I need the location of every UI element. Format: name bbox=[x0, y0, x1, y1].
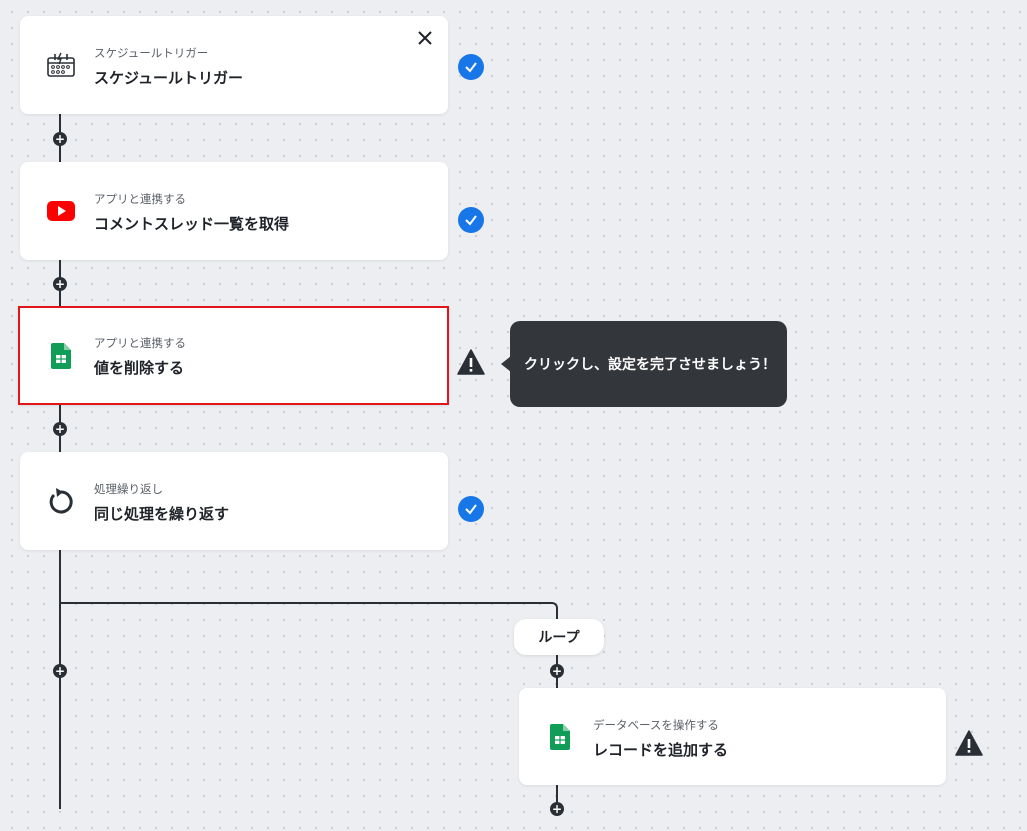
loop-label: ループ bbox=[514, 619, 604, 655]
close-icon[interactable] bbox=[418, 30, 432, 49]
step-card-loop[interactable]: 処理繰り返し 同じ処理を繰り返す bbox=[20, 452, 448, 550]
loop-icon bbox=[46, 486, 76, 516]
add-step-button[interactable]: + bbox=[53, 277, 67, 291]
step-subtitle: アプリと連携する bbox=[94, 336, 186, 350]
add-step-button[interactable]: + bbox=[53, 664, 67, 678]
warning-icon bbox=[457, 349, 485, 375]
step-title: スケジュールトリガー bbox=[94, 69, 243, 87]
step-card-schedule-trigger[interactable]: スケジュールトリガー スケジュールトリガー bbox=[20, 16, 448, 114]
google-sheets-icon bbox=[46, 341, 76, 371]
tooltip-text: クリックし、設定を完了させましょう！ bbox=[524, 357, 776, 373]
step-subtitle: スケジュールトリガー bbox=[94, 46, 209, 60]
warning-icon bbox=[955, 730, 983, 756]
step-subtitle: データベースを操作する bbox=[593, 718, 719, 732]
add-step-button[interactable]: + bbox=[53, 132, 67, 146]
check-icon bbox=[458, 207, 484, 233]
step-title: レコードを追加する bbox=[593, 741, 729, 759]
check-icon bbox=[458, 54, 484, 80]
check-icon bbox=[458, 496, 484, 522]
step-title: 値を削除する bbox=[94, 359, 185, 377]
step-title: 同じ処理を繰り返す bbox=[94, 505, 230, 523]
google-sheets-icon bbox=[545, 722, 575, 752]
step-subtitle: アプリと連携する bbox=[94, 192, 186, 206]
setup-tooltip: クリックし、設定を完了させましょう！ bbox=[501, 321, 787, 407]
loop-label-text: ループ bbox=[538, 630, 580, 646]
youtube-icon bbox=[46, 196, 76, 226]
add-loop-step-button[interactable]: + bbox=[550, 802, 564, 816]
schedule-icon bbox=[46, 50, 76, 80]
step-card-youtube[interactable]: アプリと連携する コメントスレッド一覧を取得 bbox=[20, 162, 448, 260]
step-card-delete-values[interactable]: アプリと連携する 値を削除する bbox=[18, 306, 449, 405]
add-step-button[interactable]: + bbox=[53, 422, 67, 436]
connector-line-branch-corner bbox=[550, 602, 558, 610]
connector-line-branch bbox=[59, 602, 551, 604]
step-subtitle: 処理繰り返し bbox=[94, 482, 163, 496]
add-loop-step-button[interactable]: + bbox=[550, 664, 564, 678]
step-title: コメントスレッド一覧を取得 bbox=[94, 215, 290, 233]
step-card-add-record[interactable]: データベースを操作する レコードを追加する bbox=[519, 688, 946, 785]
